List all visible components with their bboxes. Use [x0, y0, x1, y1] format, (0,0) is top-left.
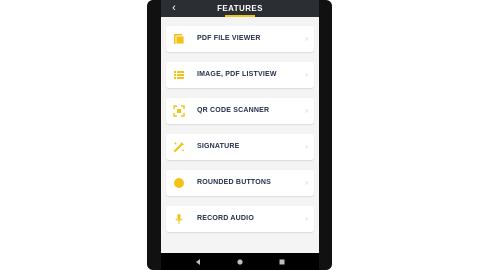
feature-item-image-pdf-listview[interactable]: IMAGE, PDF LISTVIEW › — [166, 62, 314, 88]
microphone-icon — [175, 214, 183, 224]
feature-item-record-audio[interactable]: RECORD AUDIO › — [166, 206, 314, 232]
qr-scan-icon — [173, 105, 185, 117]
signature-pen-icon — [173, 142, 184, 153]
triangle-back-icon[interactable] — [193, 257, 203, 267]
feature-item-qr-code-scanner[interactable]: QR CODE SCANNER › — [166, 98, 314, 124]
feature-label: PDF FILE VIEWER — [197, 35, 261, 42]
square-recents-icon[interactable] — [277, 257, 287, 267]
chevron-right-icon: › — [305, 142, 308, 151]
chevron-right-icon: › — [305, 214, 308, 223]
feature-item-pdf-file-viewer[interactable]: PDF FILE VIEWER › — [166, 26, 314, 52]
system-nav-bar — [161, 253, 319, 270]
feature-label: ROUNDED BUTTONS — [197, 179, 272, 186]
feature-item-rounded-buttons[interactable]: ROUNDED BUTTONS › — [166, 170, 314, 196]
app-bar: ‹ FEATURES — [161, 0, 319, 17]
chevron-right-icon: › — [305, 178, 308, 187]
pdf-file-icon — [174, 34, 185, 45]
chevron-right-icon: › — [305, 70, 308, 79]
circle-home-icon[interactable] — [235, 257, 245, 267]
chevron-right-icon: › — [305, 34, 308, 43]
circle-button-icon — [174, 178, 184, 188]
feature-item-signature[interactable]: SIGNATURE › — [166, 134, 314, 160]
chevron-right-icon: › — [305, 106, 308, 115]
feature-label: SIGNATURE — [197, 143, 240, 150]
phone-screen: ‹ FEATURES PDF FILE VIEWER › IMAGE, PDF — [161, 0, 319, 270]
list-icon — [174, 71, 184, 79]
feature-label: RECORD AUDIO — [197, 215, 254, 222]
feature-label: QR CODE SCANNER — [197, 107, 270, 114]
feature-label: IMAGE, PDF LISTVIEW — [197, 71, 277, 78]
